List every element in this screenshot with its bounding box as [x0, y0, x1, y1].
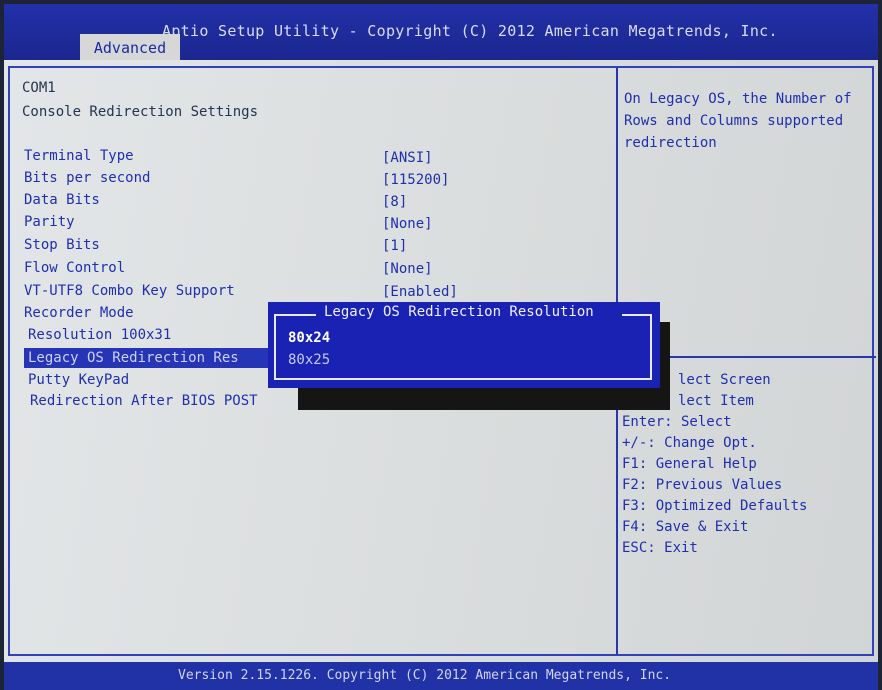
key-esc: ESC: Exit	[622, 540, 698, 556]
popup-option-80x24[interactable]: 80x24	[288, 330, 330, 346]
section-title: COM1	[22, 80, 56, 96]
setting-stop-bits[interactable]: Stop Bits	[24, 237, 100, 253]
popup-border-top-left	[274, 314, 316, 316]
setting-terminal-type[interactable]: Terminal Type	[24, 148, 134, 164]
help-line-3: redirection	[624, 135, 717, 151]
popup-border-top-right	[622, 314, 652, 316]
setting-resolution-100x31[interactable]: Resolution 100x31	[28, 327, 171, 343]
key-enter: Enter: Select	[622, 414, 732, 430]
key-f1: F1: General Help	[622, 456, 757, 472]
setting-parity[interactable]: Parity	[24, 214, 75, 230]
setting-legacy-os-redirection-res[interactable]: Legacy OS Redirection Res	[24, 348, 294, 368]
setting-parity-value[interactable]: [None]	[382, 216, 433, 232]
key-f4: F4: Save & Exit	[622, 519, 749, 535]
popup-option-80x25[interactable]: 80x25	[288, 352, 330, 368]
tab-advanced[interactable]: Advanced	[80, 34, 180, 62]
setting-bits-per-second-value[interactable]: [115200]	[382, 172, 449, 188]
setting-flow-control[interactable]: Flow Control	[24, 260, 125, 276]
setting-putty-keypad[interactable]: Putty KeyPad	[28, 372, 129, 388]
help-line-2: Rows and Columns supported	[624, 113, 844, 129]
popup-border	[274, 314, 652, 380]
subsection-title: Console Redirection Settings	[22, 104, 259, 120]
key-change-opt: +/-: Change Opt.	[622, 435, 757, 451]
setting-data-bits[interactable]: Data Bits	[24, 192, 100, 208]
setting-vt-utf8-combo-key[interactable]: VT-UTF8 Combo Key Support	[24, 283, 235, 299]
help-line-1: On Legacy OS, the Number of	[624, 91, 852, 107]
popup-title: Legacy OS Redirection Resolution	[324, 304, 594, 320]
footer-version: Version 2.15.1226. Copyright (C) 2012 Am…	[178, 668, 672, 683]
setting-data-bits-value[interactable]: [8]	[382, 194, 407, 210]
setting-redirection-after-post[interactable]: Redirection After BIOS POST	[30, 393, 258, 409]
setting-terminal-type-value[interactable]: [ANSI]	[382, 150, 433, 166]
setting-flow-control-value[interactable]: [None]	[382, 261, 433, 277]
setting-stop-bits-value[interactable]: [1]	[382, 238, 407, 254]
footer-bar: Version 2.15.1226. Copyright (C) 2012 Am…	[4, 662, 878, 690]
header-bar: Aptio Setup Utility - Copyright (C) 2012…	[4, 4, 878, 62]
setting-bits-per-second[interactable]: Bits per second	[24, 170, 150, 186]
key-f2: F2: Previous Values	[622, 477, 783, 493]
main-panel: COM1 Console Redirection Settings Termin…	[4, 60, 878, 662]
setting-vt-utf8-combo-key-value[interactable]: [Enabled]	[382, 284, 458, 300]
key-f3: F3: Optimized Defaults	[622, 498, 808, 514]
setting-recorder-mode[interactable]: Recorder Mode	[24, 305, 134, 321]
resolution-popup[interactable]: Legacy OS Redirection Resolution 80x24 8…	[268, 302, 660, 388]
app-title: Aptio Setup Utility - Copyright (C) 2012…	[162, 22, 778, 40]
